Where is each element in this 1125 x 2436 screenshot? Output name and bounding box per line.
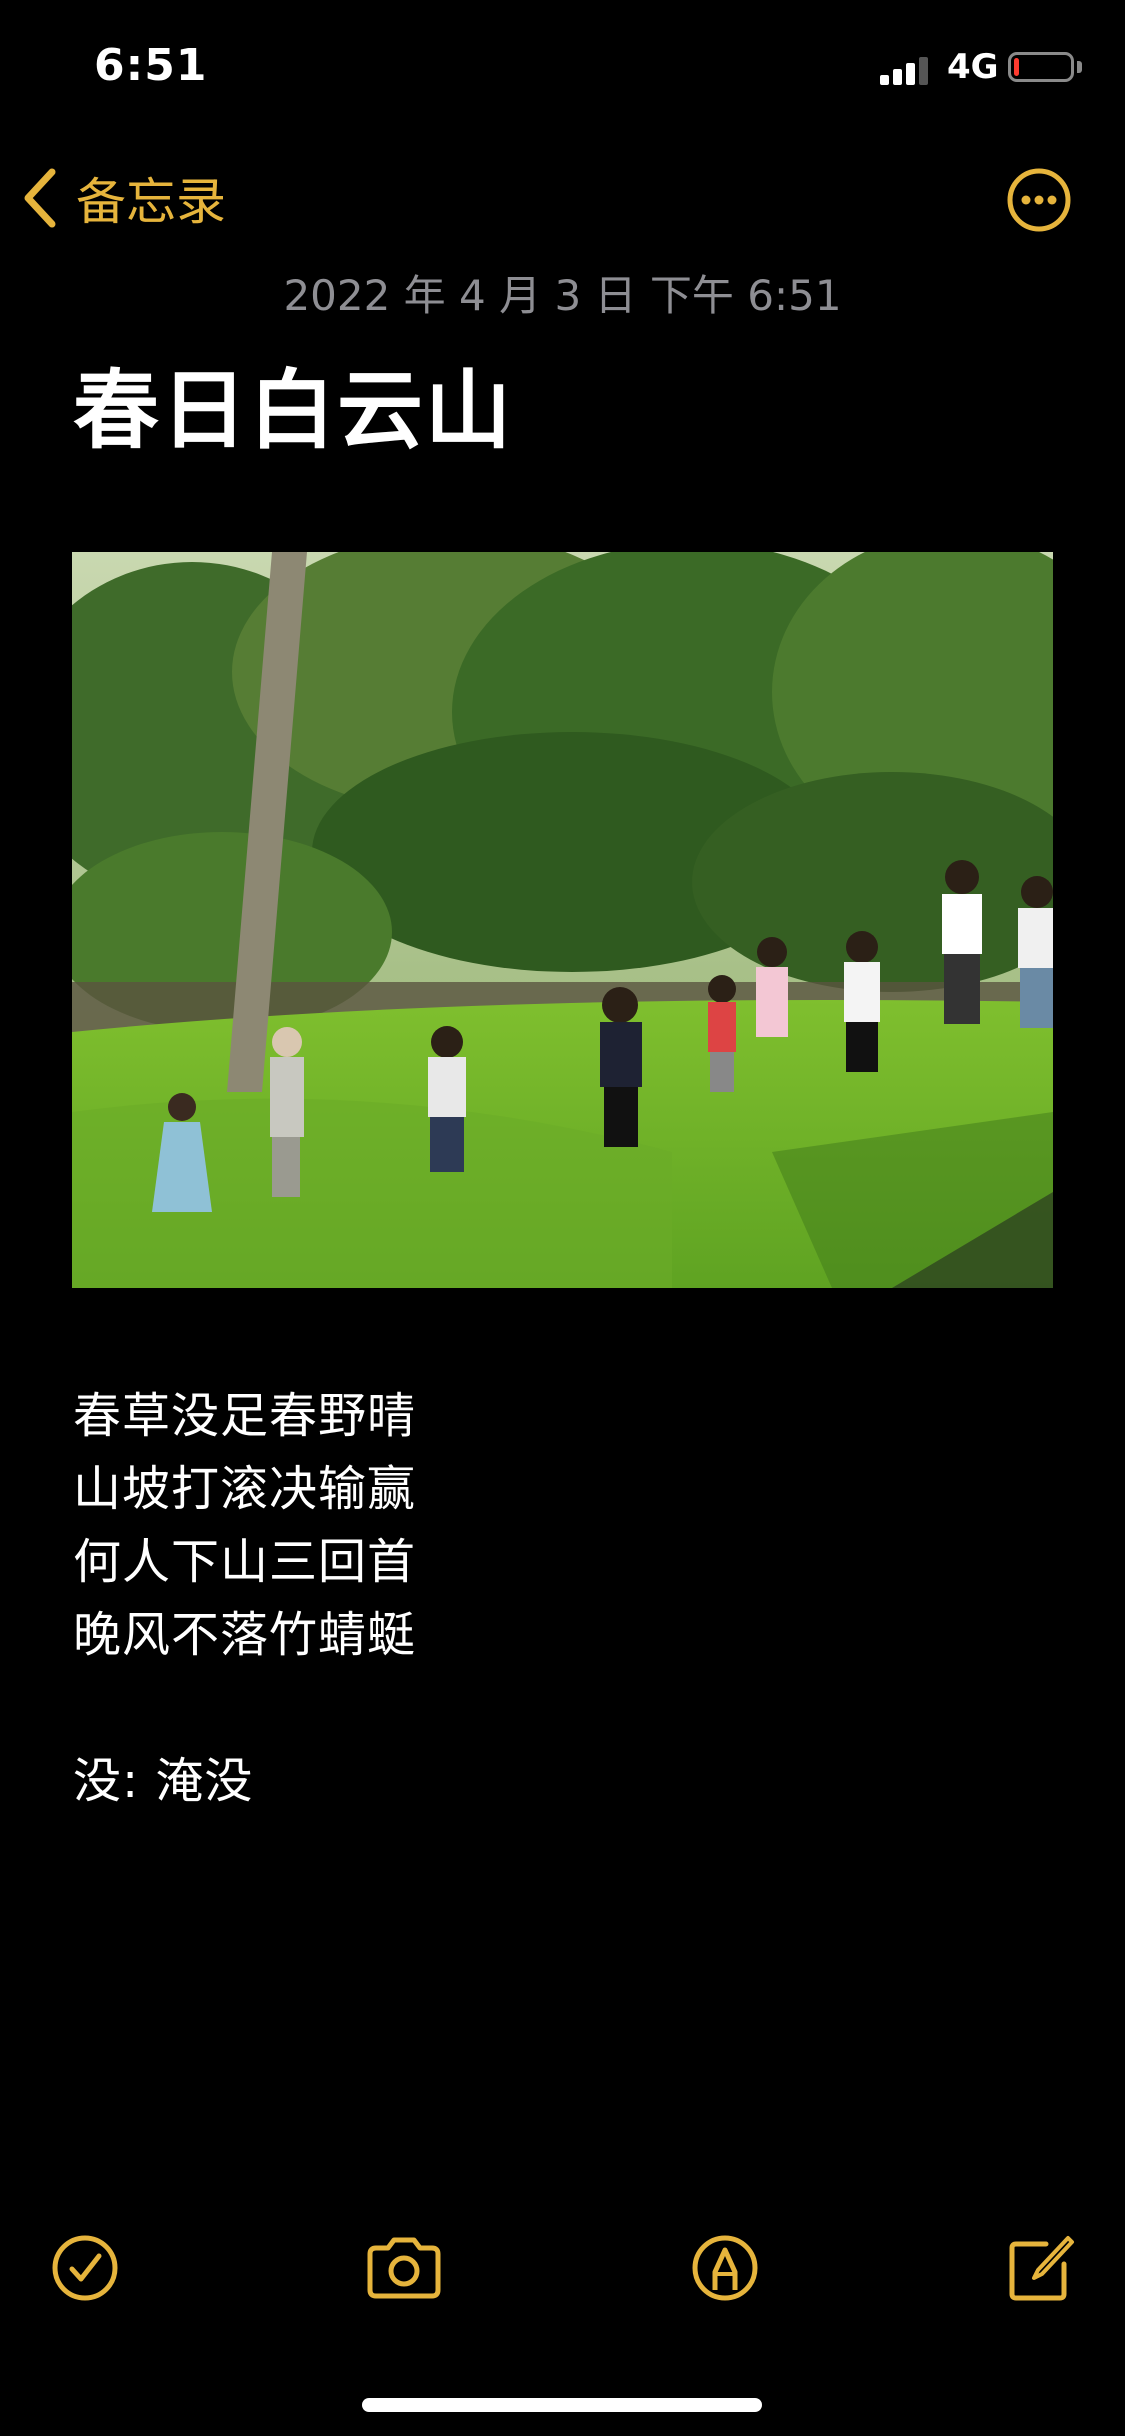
status-time: 6:51 <box>94 40 208 91</box>
ellipsis-circle-icon <box>1007 168 1071 232</box>
camera-button[interactable] <box>364 2232 444 2304</box>
note-date: 2022 年 4 月 3 日 下午 6:51 <box>283 271 842 320</box>
note-footnote: 没: 淹没 <box>73 1753 254 1809</box>
back-button[interactable]: 备忘录 <box>22 162 226 234</box>
compose-icon <box>1009 2236 1074 2301</box>
note-line: 晚风不落竹蜻蜓 <box>73 1607 417 1663</box>
park-photo-illustration <box>72 552 1053 1288</box>
battery-icon <box>1008 52 1074 82</box>
note-line: 何人下山三回首 <box>73 1534 417 1590</box>
checklist-button[interactable] <box>49 2232 121 2304</box>
note-title[interactable]: 春日白云山 <box>73 340 513 465</box>
checklist-icon <box>52 2235 118 2301</box>
compose-button[interactable] <box>1004 2232 1076 2304</box>
note-photo[interactable] <box>72 552 1053 1288</box>
network-type: 4G <box>947 47 999 87</box>
note-body[interactable]: 春草没足春野晴 山坡打滚决输赢 何人下山三回首 晚风不落竹蜻蜓 没: 淹没 <box>73 1380 416 1818</box>
camera-icon <box>367 2237 441 2299</box>
note-line: 春草没足春野晴 <box>73 1388 417 1444</box>
note-line: 山坡打滚决输赢 <box>73 1461 417 1517</box>
chevron-left-icon <box>24 168 56 228</box>
back-label: 备忘录 <box>76 173 226 231</box>
home-indicator[interactable] <box>362 2398 762 2412</box>
markup-icon <box>692 2235 758 2301</box>
battery-cap <box>1077 61 1082 73</box>
cellular-signal-icon <box>880 55 932 85</box>
more-button[interactable] <box>1006 167 1072 233</box>
markup-button[interactable] <box>689 2232 761 2304</box>
